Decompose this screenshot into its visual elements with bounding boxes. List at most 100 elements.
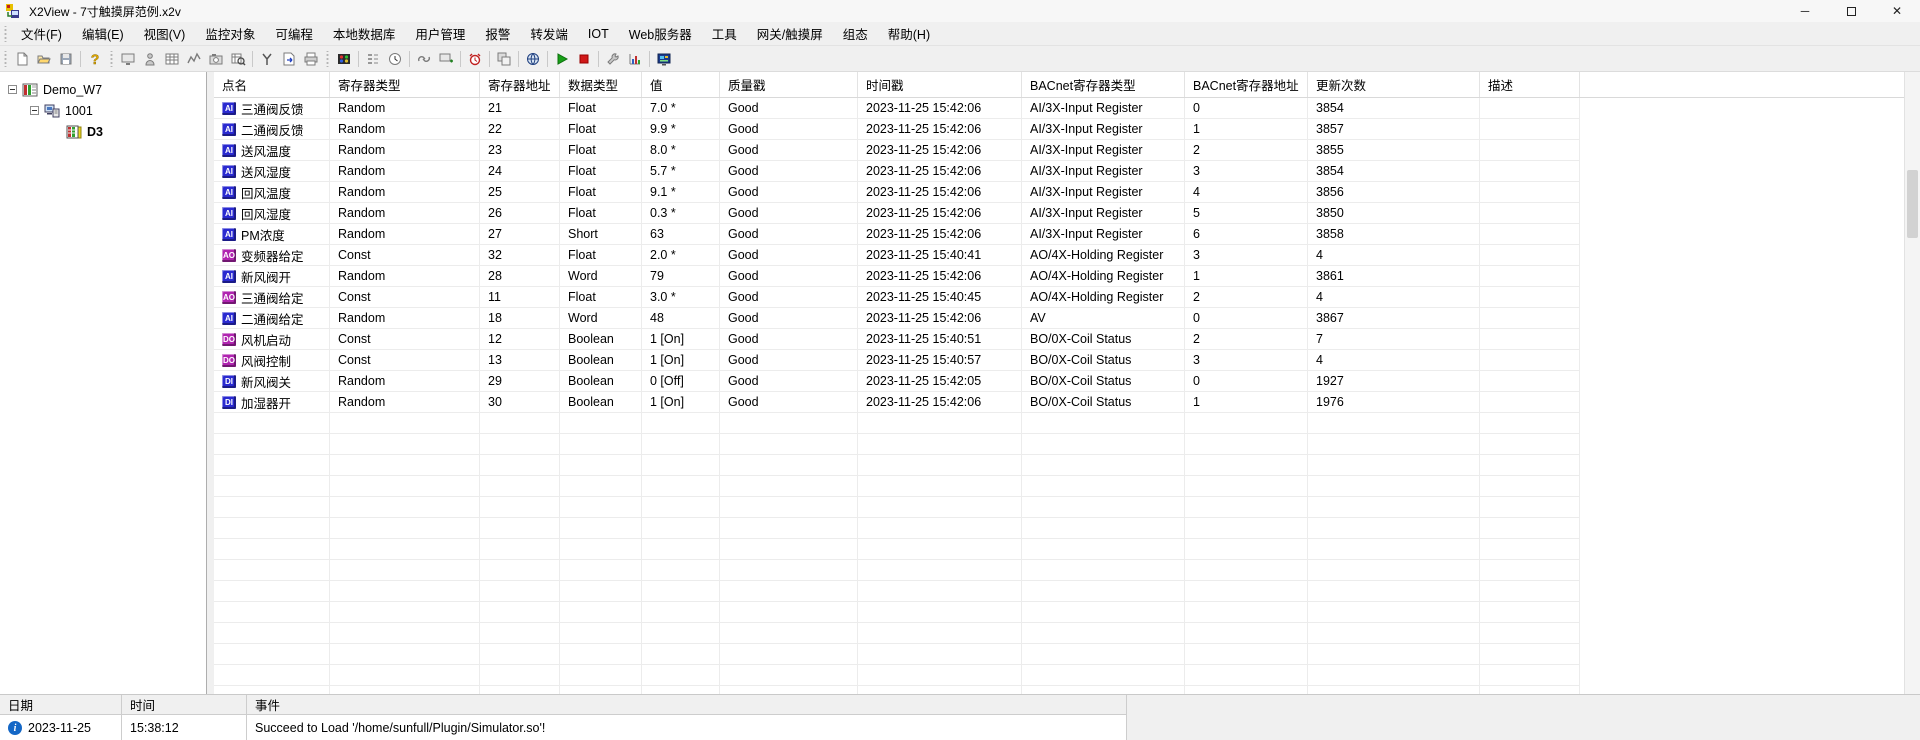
cell-value: 5.7 * — [642, 161, 720, 182]
column-header-value[interactable]: 值 — [642, 72, 720, 97]
monitor-config-icon[interactable] — [117, 48, 139, 70]
table-row-3[interactable]: AI送风温度Random23Float8.0 *Good2023-11-25 1… — [214, 140, 1904, 161]
cell-desc — [1480, 119, 1580, 140]
toolbar-separator — [518, 51, 519, 67]
table-row-12[interactable]: DO风机启动Const12Boolean1 [On]Good2023-11-25… — [214, 329, 1904, 350]
user-run-icon[interactable] — [139, 48, 161, 70]
cell-bacnet_type — [1022, 560, 1185, 581]
menu-item-11[interactable]: Web服务器 — [619, 21, 702, 46]
menu-item-9[interactable]: 转发端 — [520, 21, 578, 46]
column-header-reg_type[interactable]: 寄存器类型 — [330, 72, 480, 97]
table-row-6[interactable]: AI回风湿度Random26Float0.3 *Good2023-11-25 1… — [214, 203, 1904, 224]
globe-icon[interactable] — [522, 48, 544, 70]
cell-updates: 1976 — [1308, 392, 1480, 413]
column-header-data_type[interactable]: 数据类型 — [560, 72, 642, 97]
table-row-10[interactable]: AO三通阀给定Const11Float3.0 *Good2023-11-25 1… — [214, 287, 1904, 308]
toolbar-grip[interactable] — [109, 51, 114, 67]
column-header-timestamp[interactable]: 时间戳 — [858, 72, 1022, 97]
table-row-11[interactable]: AI二通阀给定Random18Word48Good2023-11-25 15:4… — [214, 308, 1904, 329]
cell-name — [214, 602, 330, 623]
menu-item-10[interactable]: IOT — [578, 24, 619, 44]
minimize-button[interactable]: ─ — [1782, 0, 1828, 22]
new-file-icon[interactable] — [11, 48, 33, 70]
save-icon[interactable] — [55, 48, 77, 70]
tree-item-d3[interactable]: D3 — [0, 122, 206, 141]
run-icon[interactable] — [551, 48, 573, 70]
cell-desc — [1480, 434, 1580, 455]
tree-item-demo_w7[interactable]: Demo_W7 — [0, 80, 206, 99]
menu-item-6[interactable]: 本地数据库 — [323, 21, 406, 46]
column-header-quality[interactable]: 质量戳 — [720, 72, 858, 97]
menu-item-1[interactable]: 文件(F) — [11, 21, 72, 46]
column-header-updates[interactable]: 更新次数 — [1308, 72, 1480, 97]
search-table-icon[interactable] — [227, 48, 249, 70]
table-row-9[interactable]: AI新风阀开Random28Word79Good2023-11-25 15:42… — [214, 266, 1904, 287]
link-icon[interactable] — [413, 48, 435, 70]
close-button[interactable]: ✕ — [1874, 0, 1920, 22]
wrench-icon[interactable] — [602, 48, 624, 70]
disk-copy-icon[interactable] — [493, 48, 515, 70]
table-row-8[interactable]: AO变频器给定Const32Float2.0 *Good2023-11-25 1… — [214, 245, 1904, 266]
hmi-screen-icon[interactable] — [653, 48, 675, 70]
printer-icon[interactable] — [300, 48, 322, 70]
column-header-name[interactable]: 点名 — [214, 72, 330, 97]
point-name: 三通阀给定 — [241, 288, 304, 307]
table-grid-icon[interactable] — [161, 48, 183, 70]
open-file-icon[interactable] — [33, 48, 55, 70]
table-row-7[interactable]: AIPM浓度Random27Short63Good2023-11-25 15:4… — [214, 224, 1904, 245]
cell-value: 48 — [642, 308, 720, 329]
menu-item-4[interactable]: 监控对象 — [195, 21, 265, 46]
table-row-2[interactable]: AI二通阀反馈Random22Float9.9 *Good2023-11-25 … — [214, 119, 1904, 140]
menu-item-7[interactable]: 用户管理 — [405, 21, 475, 46]
menu-item-3[interactable]: 视图(V) — [134, 21, 196, 46]
alarm-icon[interactable] — [464, 48, 486, 70]
chart-icon[interactable] — [624, 48, 646, 70]
svg-text:?: ? — [91, 51, 100, 67]
cell-desc — [1480, 644, 1580, 665]
menu-grip[interactable] — [3, 26, 8, 42]
camera-icon[interactable] — [205, 48, 227, 70]
cell-bacnet_addr: 5 — [1185, 203, 1308, 224]
column-header-bacnet_type[interactable]: BACnet寄存器类型 — [1022, 72, 1185, 97]
merge-icon[interactable] — [256, 48, 278, 70]
menu-item-13[interactable]: 网关/触摸屏 — [747, 21, 833, 46]
vertical-scrollbar[interactable] — [1904, 72, 1920, 694]
cell-reg_type: Random — [330, 203, 480, 224]
maximize-button[interactable] — [1828, 0, 1874, 22]
cell-bacnet_addr — [1185, 539, 1308, 560]
signal-zigzag-icon[interactable] — [183, 48, 205, 70]
list-grid-icon[interactable] — [362, 48, 384, 70]
menu-item-12[interactable]: 工具 — [702, 21, 747, 46]
screen-plus-icon[interactable] — [435, 48, 457, 70]
stop-icon[interactable] — [573, 48, 595, 70]
rgb-points-icon[interactable] — [333, 48, 355, 70]
menu-item-5[interactable]: 可编程 — [265, 21, 323, 46]
menu-item-15[interactable]: 帮助(H) — [878, 21, 940, 46]
table-row-4[interactable]: AI送风湿度Random24Float5.7 *Good2023-11-25 1… — [214, 161, 1904, 182]
table-row-5[interactable]: AI回风温度Random25Float9.1 *Good2023-11-25 1… — [214, 182, 1904, 203]
cell-updates — [1308, 644, 1480, 665]
menu-item-2[interactable]: 编辑(E) — [72, 21, 134, 46]
export-doc-icon[interactable] — [278, 48, 300, 70]
menu-item-8[interactable]: 报警 — [475, 21, 520, 46]
table-row-14[interactable]: DI新风阀关Random29Boolean0 [Off]Good2023-11-… — [214, 371, 1904, 392]
table-row-13[interactable]: DO风阀控制Const13Boolean1 [On]Good2023-11-25… — [214, 350, 1904, 371]
cell-timestamp — [858, 497, 1022, 518]
toolbar-grip[interactable] — [3, 51, 8, 67]
table-row-15[interactable]: DI加湿器开Random30Boolean1 [On]Good2023-11-2… — [214, 392, 1904, 413]
scrollbar-thumb[interactable] — [1907, 170, 1918, 238]
table-row-1[interactable]: AI三通阀反馈Random21Float7.0 *Good2023-11-25 … — [214, 98, 1904, 119]
table-row-empty — [214, 665, 1904, 686]
clock-icon[interactable] — [384, 48, 406, 70]
tree-expander-icon[interactable] — [8, 85, 17, 94]
cell-reg_addr — [480, 476, 560, 497]
column-header-bacnet_addr[interactable]: BACnet寄存器地址 — [1185, 72, 1308, 97]
menu-item-14[interactable]: 组态 — [833, 21, 878, 46]
tree-expander-icon[interactable] — [30, 106, 39, 115]
help-icon[interactable]: ? — [84, 48, 106, 70]
column-header-desc[interactable]: 描述 — [1480, 72, 1580, 97]
tree-item-1001[interactable]: 1001 — [0, 101, 206, 120]
toolbar-grip[interactable] — [325, 51, 330, 67]
column-header-reg_addr[interactable]: 寄存器地址 — [480, 72, 560, 97]
cell-timestamp — [858, 581, 1022, 602]
